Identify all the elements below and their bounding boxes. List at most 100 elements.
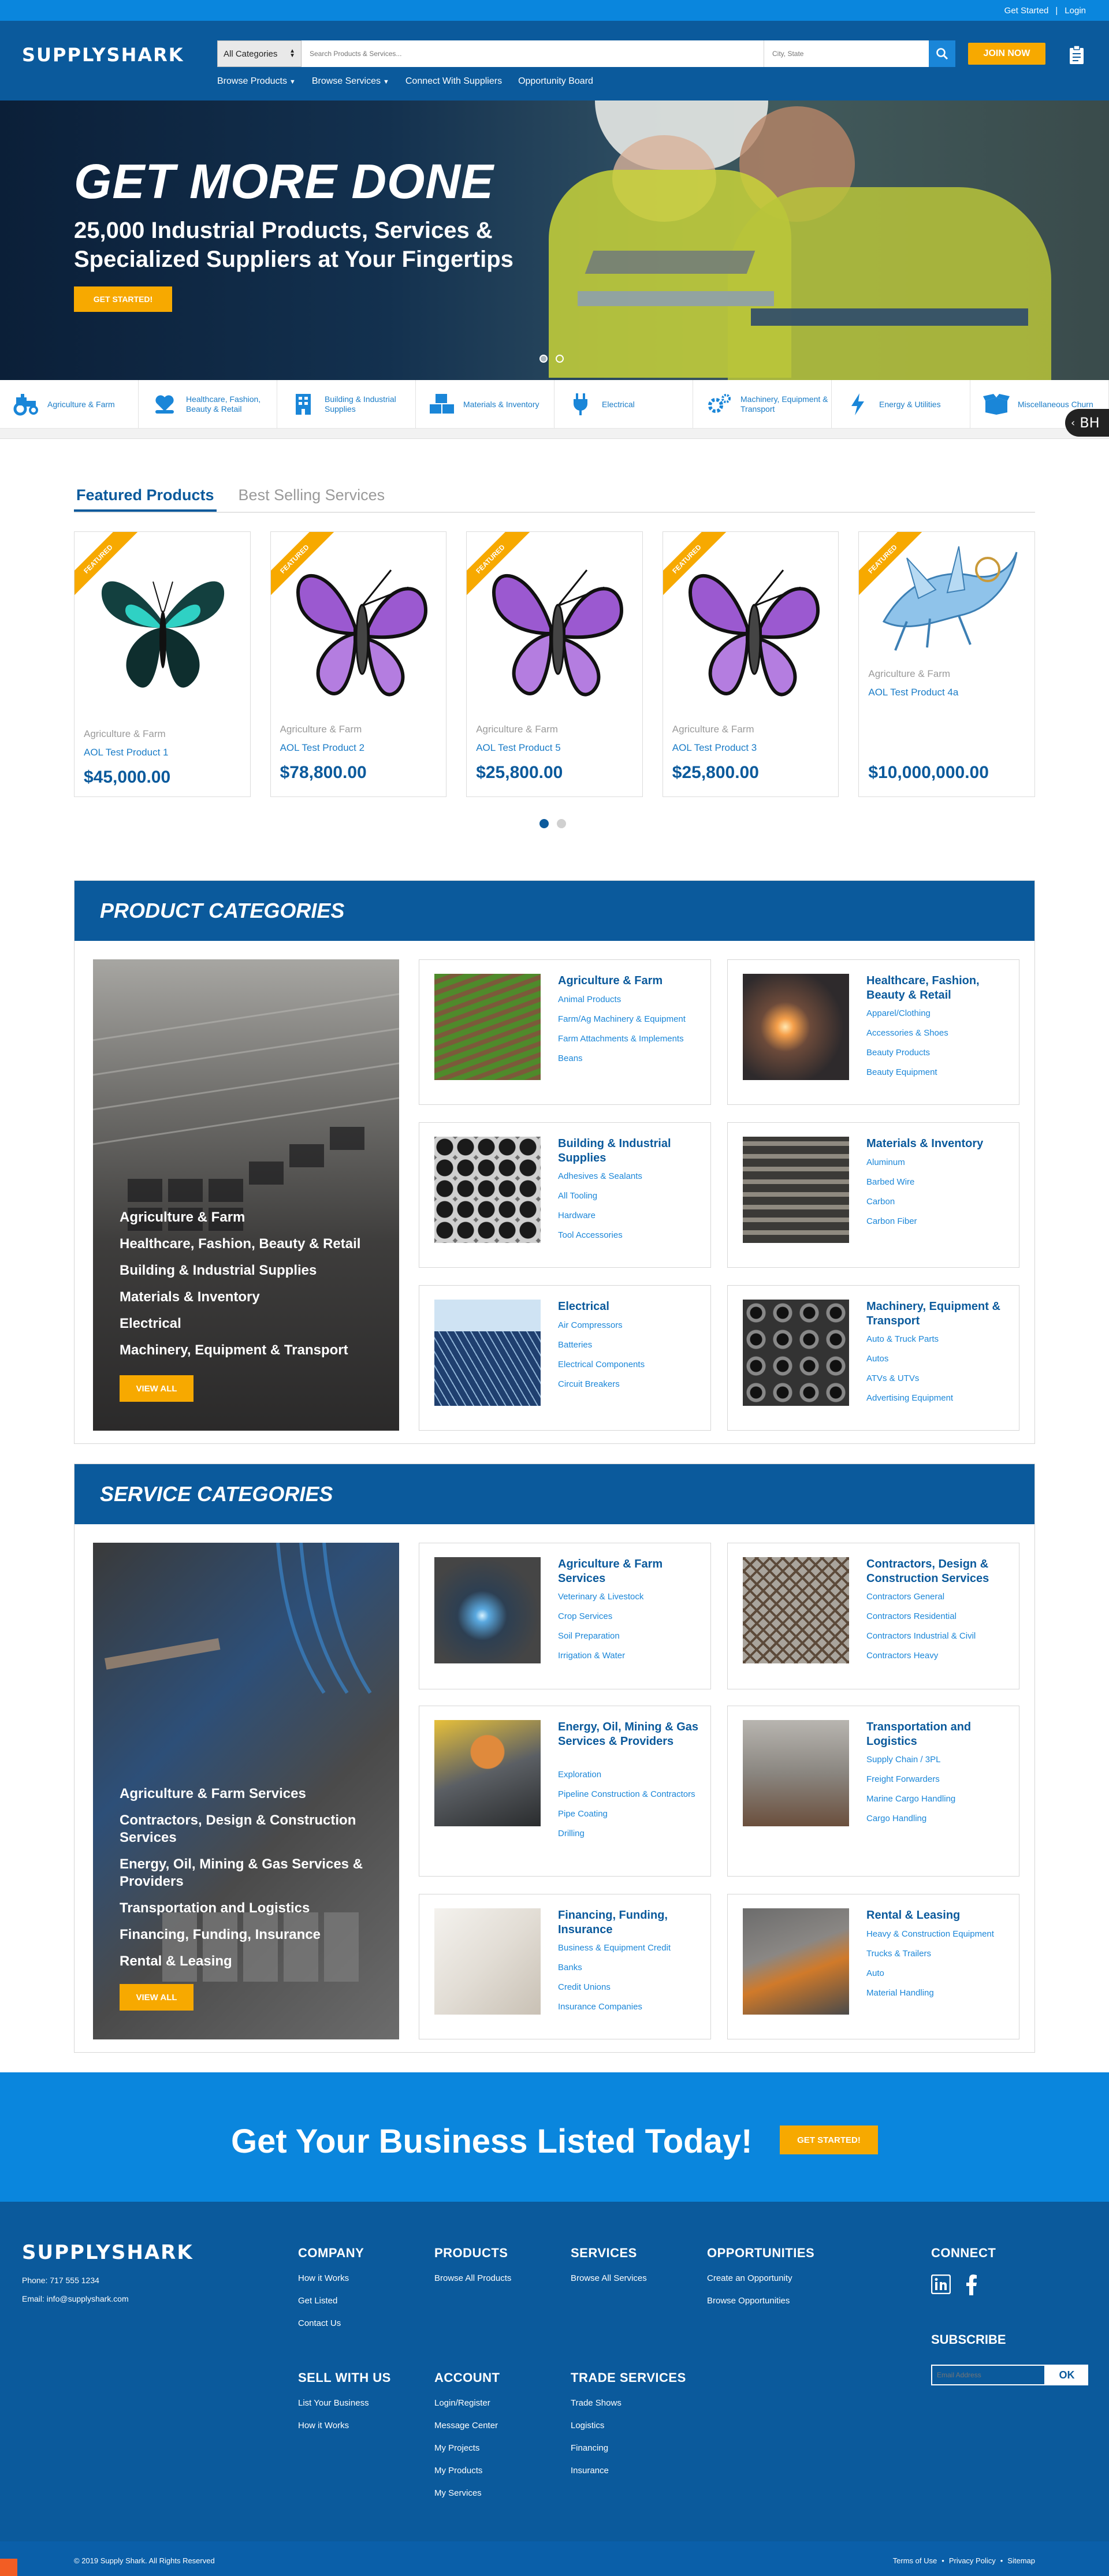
floating-badge[interactable]: ‹ BH	[1065, 409, 1109, 437]
category-card-title[interactable]: Agriculture & Farm Services	[558, 1557, 699, 1586]
feature-list-item[interactable]: Transportation and Logistics	[120, 1900, 382, 1917]
category-strip-item[interactable]: Healthcare, Fashion, Beauty & Retail	[139, 380, 277, 429]
product-name[interactable]: AOL Test Product 3	[672, 742, 757, 754]
feature-list-item[interactable]: Agriculture & Farm Services	[120, 1785, 382, 1803]
category-link[interactable]: Advertising Equipment	[866, 1393, 1011, 1404]
feature-list-item[interactable]: Energy, Oil, Mining & Gas Services & Pro…	[120, 1856, 382, 1890]
category-link[interactable]: Contractors Heavy	[866, 1651, 1011, 1661]
tab-best-selling-services[interactable]: Best Selling Services	[236, 482, 388, 512]
category-link[interactable]: Autos	[866, 1354, 1011, 1364]
footer-link[interactable]: Financing	[571, 2443, 686, 2453]
category-link[interactable]: Contractors Residential	[866, 1611, 1011, 1622]
subscribe-email-input[interactable]	[931, 2365, 1045, 2385]
product-name[interactable]: AOL Test Product 4a	[868, 687, 958, 698]
carousel-dot[interactable]	[539, 819, 549, 828]
product-card[interactable]: FEATURED Agriculture & Farm AOL Test Pro…	[74, 531, 251, 797]
sitemap-link[interactable]: Sitemap	[1007, 2556, 1035, 2565]
carousel-dot[interactable]	[557, 819, 566, 828]
category-link[interactable]: Trucks & Trailers	[866, 1949, 1011, 1959]
footer-link[interactable]: How it Works	[298, 2273, 364, 2283]
category-link[interactable]: Aluminum	[866, 1157, 1011, 1168]
category-link[interactable]: Pipe Coating	[558, 1809, 702, 1819]
category-link[interactable]: Freight Forwarders	[866, 1774, 1011, 1785]
footer-link[interactable]: Login/Register	[434, 2398, 500, 2408]
join-now-button[interactable]: JOIN NOW	[968, 43, 1045, 65]
category-card-title[interactable]: Energy, Oil, Mining & Gas Services & Pro…	[558, 1720, 699, 1749]
feature-list-item[interactable]: Electrical	[120, 1315, 382, 1332]
privacy-link[interactable]: Privacy Policy	[949, 2556, 996, 2565]
product-name[interactable]: AOL Test Product 2	[280, 742, 364, 754]
slider-dot[interactable]	[539, 355, 548, 363]
category-strip-item[interactable]: Electrical	[554, 380, 693, 429]
category-link[interactable]: Exploration	[558, 1770, 702, 1780]
category-card-title[interactable]: Materials & Inventory	[866, 1137, 1007, 1151]
category-link[interactable]: Auto	[866, 1968, 1011, 1979]
category-link[interactable]: Insurance Companies	[558, 2002, 702, 2012]
tab-featured-products[interactable]: Featured Products	[74, 482, 217, 512]
product-name[interactable]: AOL Test Product 1	[84, 747, 168, 758]
category-link[interactable]: Contractors Industrial & Civil	[866, 1631, 1011, 1641]
feature-list-item[interactable]: Machinery, Equipment & Transport	[120, 1342, 382, 1359]
footer-link[interactable]: My Projects	[434, 2443, 500, 2453]
category-link[interactable]: Beauty Products	[866, 1048, 1011, 1058]
category-card-title[interactable]: Rental & Leasing	[866, 1908, 1007, 1923]
category-link[interactable]: Carbon Fiber	[866, 1216, 1011, 1227]
category-link[interactable]: Pipeline Construction & Contractors	[558, 1789, 702, 1800]
feature-list-item[interactable]: Materials & Inventory	[120, 1289, 382, 1306]
search-input[interactable]	[302, 40, 764, 67]
category-strip-item[interactable]: Machinery, Equipment & Transport	[693, 380, 832, 429]
category-select[interactable]: All Categories ▲ ▼	[217, 40, 302, 67]
clipboard-icon[interactable]	[1069, 45, 1085, 65]
category-link[interactable]: Adhesives & Sealants	[558, 1171, 702, 1182]
feature-list-item[interactable]: Healthcare, Fashion, Beauty & Retail	[120, 1235, 382, 1253]
category-link[interactable]: Material Handling	[866, 1988, 1011, 1998]
category-card-title[interactable]: Financing, Funding, Insurance	[558, 1908, 699, 1937]
footer-link[interactable]: Logistics	[571, 2421, 686, 2430]
category-link[interactable]: Circuit Breakers	[558, 1379, 702, 1390]
product-card[interactable]: FEATURED Agriculture & Farm AOL Test Pro…	[270, 531, 447, 797]
footer-link[interactable]: Trade Shows	[571, 2398, 686, 2408]
product-name[interactable]: AOL Test Product 5	[476, 742, 560, 754]
footer-link[interactable]: Insurance	[571, 2466, 686, 2476]
category-link[interactable]: Credit Unions	[558, 1982, 702, 1993]
browser-extension-icon[interactable]	[0, 2559, 17, 2576]
category-link[interactable]: Heavy & Construction Equipment	[866, 1929, 1011, 1940]
view-all-products-button[interactable]: VIEW ALL	[120, 1375, 193, 1402]
product-card[interactable]: FEATURED Agriculture & Farm AOL Test Pro…	[662, 531, 839, 797]
category-link[interactable]: Accessories & Shoes	[866, 1028, 1011, 1038]
nav-opportunity-board[interactable]: Opportunity Board	[518, 76, 593, 87]
category-link[interactable]: Irrigation & Water	[558, 1651, 702, 1661]
category-card-title[interactable]: Machinery, Equipment & Transport	[866, 1300, 1007, 1328]
subscribe-ok-button[interactable]: OK	[1045, 2365, 1088, 2385]
footer-link[interactable]: Get Listed	[298, 2296, 364, 2306]
feature-list-item[interactable]: Contractors, Design & Construction Servi…	[120, 1812, 382, 1847]
footer-email[interactable]: Email: info@supplyshark.com	[22, 2294, 129, 2303]
category-strip-item[interactable]: Energy & Utilities	[832, 380, 970, 429]
category-link[interactable]: Drilling	[558, 1829, 702, 1839]
footer-link[interactable]: Browse All Products	[434, 2273, 511, 2283]
category-link[interactable]: Supply Chain / 3PL	[866, 1755, 1011, 1765]
category-link[interactable]: Carbon	[866, 1197, 1011, 1207]
feature-list-item[interactable]: Building & Industrial Supplies	[120, 1262, 382, 1279]
category-strip-item[interactable]: Materials & Inventory	[416, 380, 554, 429]
footer-link[interactable]: Contact Us	[298, 2318, 364, 2328]
category-card-title[interactable]: Transportation and Logistics	[866, 1720, 1007, 1749]
category-link[interactable]: Batteries	[558, 1340, 702, 1350]
category-link[interactable]: Air Compressors	[558, 1320, 702, 1331]
nav-browse-products[interactable]: Browse Products ▼	[217, 76, 296, 87]
footer-link[interactable]: Message Center	[434, 2421, 500, 2430]
category-link[interactable]: Tool Accessories	[558, 1230, 702, 1241]
category-link[interactable]: Veterinary & Livestock	[558, 1592, 702, 1602]
category-card-title[interactable]: Building & Industrial Supplies	[558, 1137, 699, 1166]
footer-link[interactable]: Browse All Services	[571, 2273, 647, 2283]
footer-link[interactable]: Browse Opportunities	[707, 2296, 814, 2306]
product-card[interactable]: FEATURED Agriculture & Farm AOL Test Pro…	[466, 531, 643, 797]
footer-link[interactable]: Create an Opportunity	[707, 2273, 814, 2283]
slider-dot[interactable]	[556, 355, 564, 363]
footer-link[interactable]: How it Works	[298, 2421, 391, 2430]
category-link[interactable]: Business & Equipment Credit	[558, 1943, 702, 1953]
category-card-title[interactable]: Healthcare, Fashion, Beauty & Retail	[866, 974, 1007, 1003]
product-card[interactable]: FEATURED Agriculture & Farm AOL Test Pro…	[858, 531, 1035, 797]
facebook-icon[interactable]	[966, 2275, 977, 2295]
category-card-title[interactable]: Agriculture & Farm	[558, 974, 699, 988]
